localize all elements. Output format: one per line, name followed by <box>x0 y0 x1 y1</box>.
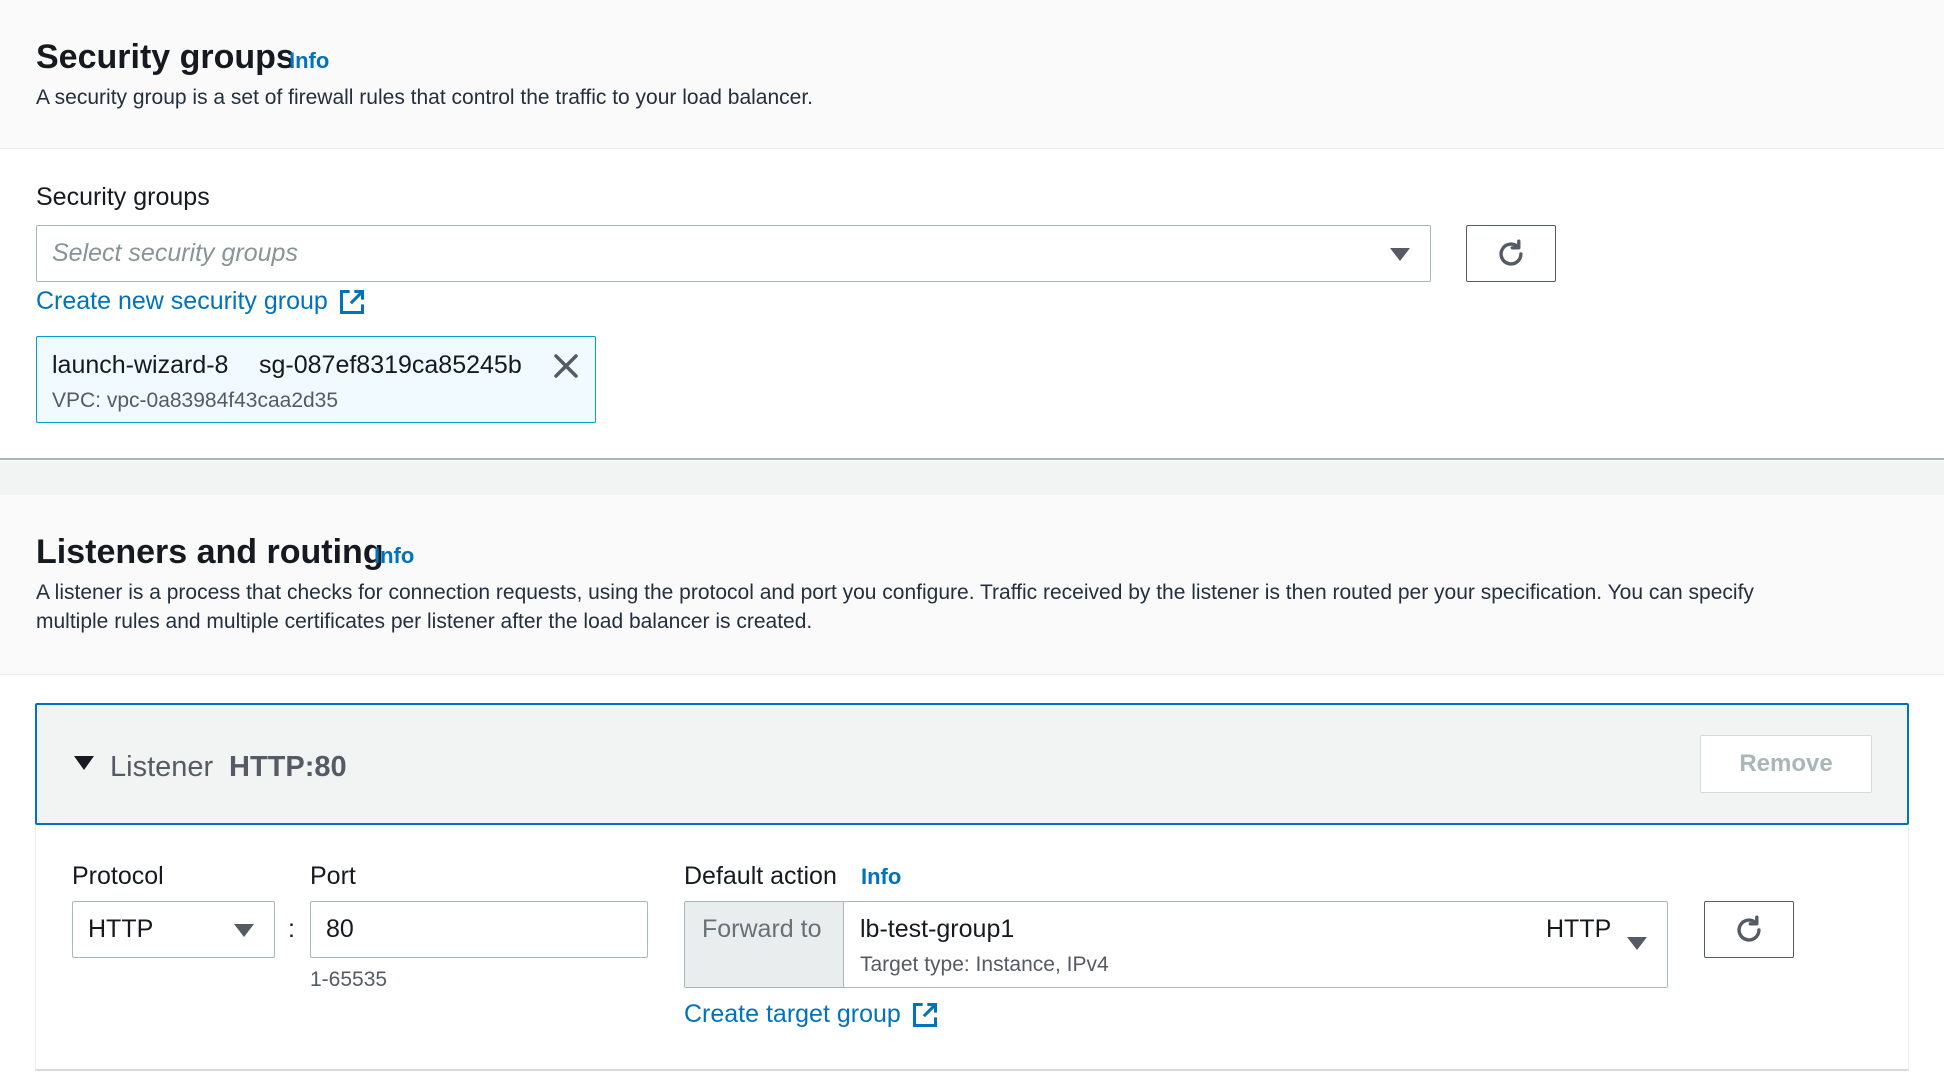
protocol-select[interactable]: HTTP <box>72 901 275 958</box>
listeners-header: Listeners and routing Info A listener is… <box>0 495 1944 675</box>
protocol-value: HTTP <box>88 915 154 943</box>
listeners-info-link[interactable]: Info <box>374 543 414 569</box>
security-groups-title: Security groups <box>36 38 295 76</box>
external-link-icon <box>339 289 364 314</box>
caret-down-icon <box>1627 937 1647 950</box>
create-target-group-link[interactable]: Create target group <box>684 1000 939 1029</box>
protocol-label: Protocol <box>72 862 164 890</box>
default-action-label: Default action <box>684 862 837 890</box>
refresh-icon <box>1499 239 1523 266</box>
forward-to-label: Forward to <box>702 915 822 943</box>
close-icon[interactable] <box>551 351 581 381</box>
security-group-name: launch-wizard-8 <box>52 351 229 379</box>
remove-listener-button[interactable]: Remove <box>1700 735 1872 793</box>
security-groups-field-label: Security groups <box>36 183 210 211</box>
default-action-info-link[interactable]: Info <box>861 864 901 890</box>
target-type: Target type: Instance, IPv4 <box>860 953 1109 976</box>
security-groups-select[interactable]: Select security groups <box>36 225 1431 282</box>
create-security-group-link[interactable]: Create new security group <box>36 287 366 316</box>
expand-caret-icon[interactable] <box>74 756 94 770</box>
listeners-description-line2: multiple rules and multiple certificates… <box>36 610 813 633</box>
port-label: Port <box>310 862 356 890</box>
selected-security-group-token: launch-wizard-8 sg-087ef8319ca85245b VPC… <box>36 336 596 423</box>
port-hint: 1-65535 <box>310 968 388 991</box>
listener-value: HTTP:80 <box>229 751 347 783</box>
caret-down-icon <box>234 924 254 937</box>
caret-down-icon <box>1390 248 1410 261</box>
create-security-group-label: Create new security group <box>36 287 328 315</box>
security-group-vpc: VPC: vpc-0a83984f43caa2d35 <box>52 389 339 412</box>
target-group-name: lb-test-group1 <box>860 915 1015 943</box>
listener-label: Listener <box>110 751 214 783</box>
default-action-select[interactable]: Forward to lb-test-group1 Target type: I… <box>684 901 1668 988</box>
listeners-title: Listeners and routing <box>36 533 384 571</box>
security-groups-placeholder: Select security groups <box>52 239 298 267</box>
target-group-protocol: HTTP <box>1546 915 1612 943</box>
port-input[interactable]: 80 <box>310 901 648 958</box>
external-link-icon <box>912 1002 937 1027</box>
security-group-id: sg-087ef8319ca85245b <box>259 351 522 379</box>
refresh-target-groups-button[interactable] <box>1704 901 1794 958</box>
listener-header: Listener HTTP:80 Remove <box>35 703 1909 825</box>
refresh-icon <box>1737 915 1761 942</box>
security-groups-info-link[interactable]: Info <box>289 48 329 74</box>
security-groups-description: A security group is a set of firewall ru… <box>36 86 814 109</box>
create-target-group-label: Create target group <box>684 1000 901 1028</box>
listeners-description-line1: A listener is a process that checks for … <box>36 581 1754 604</box>
section-divider <box>0 461 1944 495</box>
protocol-port-separator: : <box>288 915 295 943</box>
forward-to-prefix: Forward to <box>685 902 844 987</box>
security-groups-header: Security groups Info A security group is… <box>0 0 1944 149</box>
refresh-security-groups-button[interactable] <box>1466 225 1556 282</box>
port-value: 80 <box>326 915 354 943</box>
